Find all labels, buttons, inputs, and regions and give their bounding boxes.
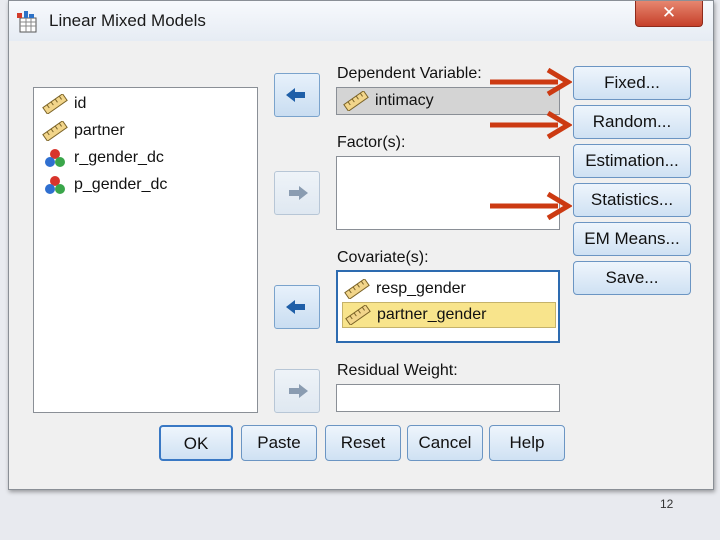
list-item[interactable]: r_gender_dc [42,146,164,170]
annotation-arrow-icon [490,110,572,140]
dependent-variable-item[interactable]: intimacy [341,88,434,114]
scale-ruler-icon [42,93,68,115]
dependent-variable-label: Dependent Variable: [337,65,482,82]
residual-weight-field[interactable] [336,384,560,412]
ok-button[interactable]: OK [159,425,233,461]
statistics-button[interactable]: Statistics... [573,183,691,217]
variable-label: partner [74,122,125,139]
covariates-label: Covariate(s): [337,249,429,266]
annotation-arrow-icon [490,191,572,221]
reset-button[interactable]: Reset [325,425,401,461]
spss-app-icon [17,11,37,33]
arrow-left-icon [286,300,305,314]
scale-ruler-icon [343,90,369,112]
list-item[interactable]: resp_gender [342,276,554,302]
covariates-list[interactable]: resp_gender partner_gender [336,270,560,343]
variable-list[interactable]: id partner r_gender_dc p_gender_dc [33,87,258,413]
dependent-variable-value: intimacy [375,92,434,109]
covariate-label: resp_gender [376,280,466,297]
move-to-covariates-button[interactable] [274,285,320,329]
variable-label: id [74,95,87,112]
variable-label: r_gender_dc [74,149,164,166]
help-button[interactable]: Help [489,425,565,461]
move-to-dependent-button[interactable] [274,73,320,117]
list-item[interactable]: p_gender_dc [42,173,167,197]
covariate-label: partner_gender [377,306,487,323]
residual-weight-label: Residual Weight: [337,362,458,379]
list-item[interactable]: id [42,92,86,116]
linear-mixed-models-dialog: Linear Mixed Models ✕ id partner r_gende… [8,0,714,490]
title-bar: Linear Mixed Models ✕ [9,1,713,41]
fixed-button[interactable]: Fixed... [573,66,691,100]
arrow-right-icon [289,186,308,200]
estimation-button[interactable]: Estimation... [573,144,691,178]
window-title: Linear Mixed Models [49,11,206,30]
list-item[interactable]: partner_gender [342,302,556,328]
factors-label: Factor(s): [337,134,406,151]
slide-background [0,490,720,540]
close-icon: ✕ [661,3,677,22]
paste-button[interactable]: Paste [241,425,317,461]
close-button[interactable]: ✕ [635,1,703,27]
scale-ruler-icon [345,304,371,326]
save-button[interactable]: Save... [573,261,691,295]
annotation-arrow-icon [490,67,572,97]
scale-ruler-icon [344,278,370,300]
move-to-residual-weight-button[interactable] [274,369,320,413]
arrow-right-icon [289,384,308,398]
nominal-balls-icon [42,175,68,195]
list-item[interactable]: partner [42,119,125,143]
move-to-factors-button[interactable] [274,171,320,215]
random-button[interactable]: Random... [573,105,691,139]
arrow-left-icon [286,88,305,102]
nominal-balls-icon [42,148,68,168]
page-number: 12 [660,497,674,511]
em-means-button[interactable]: EM Means... [573,222,691,256]
cancel-button[interactable]: Cancel [407,425,483,461]
scale-ruler-icon [42,120,68,142]
variable-label: p_gender_dc [74,176,168,193]
